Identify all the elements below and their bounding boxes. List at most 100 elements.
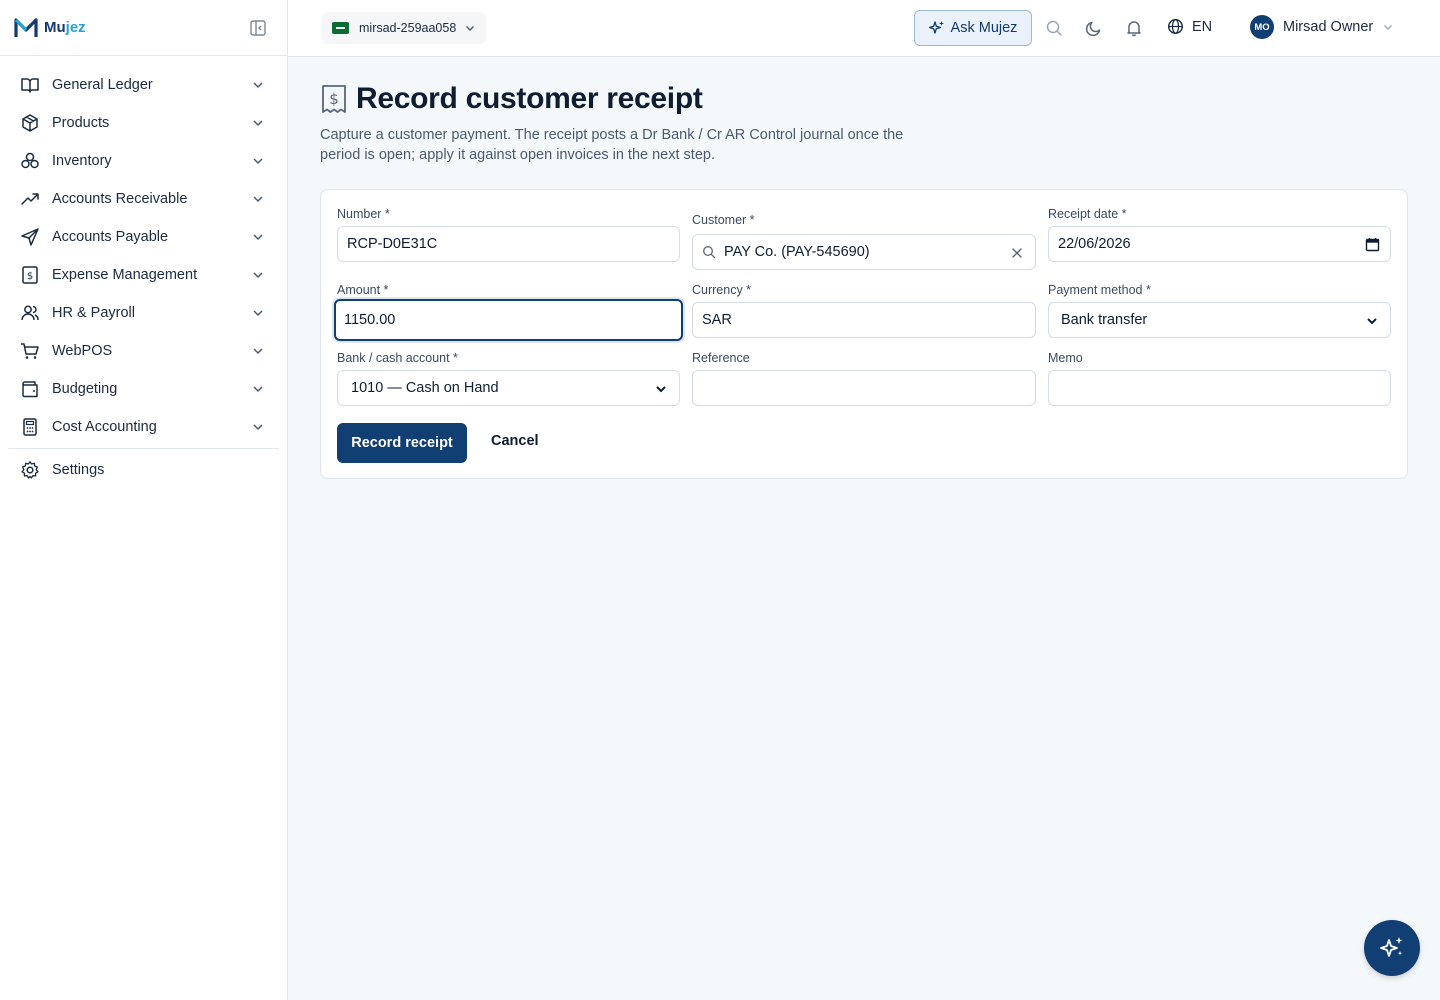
calendar-icon[interactable]: [1365, 237, 1380, 252]
chevron-down-icon: [253, 386, 263, 393]
send-icon: [21, 228, 39, 246]
sidebar-collapse-icon[interactable]: [249, 19, 267, 37]
sidebar-item-accounts-receivable[interactable]: Accounts Receivable: [0, 180, 287, 218]
sidebar-item-budgeting[interactable]: Budgeting: [0, 370, 287, 408]
sidebar-item-label: Accounts Payable: [52, 229, 169, 245]
amount-value: 1150.00: [344, 312, 396, 328]
page-description: Capture a customer payment. The receipt …: [320, 127, 904, 163]
receipt-date-value: 22/06/2026: [1058, 236, 1131, 252]
topbar: mirsad-259aa058 Ask Mujez EN MO Mirsad O…: [288, 0, 1440, 57]
chevron-down-icon: [1367, 318, 1377, 325]
record-receipt-button[interactable]: Record receipt: [337, 423, 467, 463]
sidebar-item-products[interactable]: Products: [0, 104, 287, 142]
moon-icon[interactable]: [1085, 19, 1103, 37]
clear-icon[interactable]: [1010, 246, 1024, 260]
sidebar-divider: [8, 448, 279, 449]
receipt-form: Number * RCP-D0E31C Customer * PAY Co. (…: [320, 189, 1408, 479]
avatar: MO: [1250, 15, 1274, 39]
brand: Mujez: [0, 0, 287, 56]
bell-icon[interactable]: [1125, 19, 1143, 37]
user-name: Mirsad Owner: [1283, 19, 1374, 35]
sidebar-item-settings[interactable]: Settings: [0, 451, 287, 489]
sidebar-item-label: Accounts Receivable: [52, 191, 188, 207]
chevron-down-icon: [253, 120, 263, 127]
sidebar-item-accounts-payable[interactable]: Accounts Payable: [0, 218, 287, 256]
sidebar-item-label: Settings: [52, 462, 105, 478]
sidebar-item-label: General Ledger: [52, 77, 153, 93]
chevron-down-icon: [253, 158, 263, 165]
bank-account-value: 1010 — Cash on Hand: [351, 380, 499, 396]
sidebar-item-label: Budgeting: [52, 381, 118, 397]
gear-icon: [21, 461, 39, 479]
svg-text:$: $: [27, 271, 33, 282]
chevron-down-icon: [1384, 25, 1393, 30]
sidebar-item-general-ledger[interactable]: General Ledger: [0, 66, 287, 104]
org-name: mirsad-259aa058: [359, 21, 457, 35]
chevron-down-icon: [253, 348, 263, 355]
trend-up-icon: [21, 193, 39, 205]
user-menu[interactable]: MO Mirsad Owner: [1250, 15, 1394, 39]
search-icon: [703, 246, 716, 259]
receipt-icon: $: [22, 266, 38, 284]
chevron-down-icon: [253, 196, 263, 203]
memo-label: Memo: [1048, 351, 1083, 365]
ask-mujez-label: Ask Mujez: [950, 20, 1018, 36]
assistant-fab-button[interactable]: [1364, 920, 1420, 976]
sidebar-item-webpos[interactable]: WebPOS: [0, 332, 287, 370]
currency-label: Currency *: [692, 283, 752, 297]
chevron-down-icon: [466, 26, 475, 31]
payment-method-value: Bank transfer: [1061, 312, 1148, 328]
number-field[interactable]: RCP-D0E31C: [337, 226, 680, 262]
customer-search-input[interactable]: PAY Co. (PAY-545690): [692, 234, 1036, 270]
page-title: Record customer receipt: [356, 82, 703, 115]
chevron-down-icon: [253, 310, 263, 317]
sidebar-item-hr-payroll[interactable]: HR & Payroll: [0, 294, 287, 332]
number-value: RCP-D0E31C: [347, 236, 438, 252]
sidebar-item-label: Inventory: [52, 153, 112, 169]
chevron-down-icon: [656, 386, 666, 393]
package-icon: [22, 114, 38, 132]
customer-label: Customer *: [692, 213, 755, 227]
memo-field[interactable]: [1048, 370, 1391, 406]
currency-field[interactable]: SAR: [692, 302, 1036, 338]
amount-label: Amount *: [337, 283, 389, 297]
sidebar-item-expense-management[interactable]: $ Expense Management: [0, 256, 287, 294]
amount-field[interactable]: 1150.00: [334, 299, 683, 341]
sidebar-item-label: Products: [52, 115, 110, 131]
ask-mujez-button[interactable]: Ask Mujez: [914, 10, 1032, 46]
sparkles-icon: [928, 21, 944, 34]
reference-label: Reference: [692, 351, 750, 365]
globe-icon: [1167, 18, 1184, 35]
bank-account-label: Bank / cash account *: [337, 351, 458, 365]
receipt-icon: $: [322, 85, 346, 113]
reference-field[interactable]: [692, 370, 1036, 406]
org-switcher[interactable]: mirsad-259aa058: [322, 12, 487, 44]
search-icon[interactable]: [1045, 19, 1063, 37]
boxes-icon: [21, 152, 39, 169]
chevron-down-icon: [253, 424, 263, 431]
sidebar-item-cost-accounting[interactable]: Cost Accounting: [0, 408, 287, 446]
wallet-icon: [22, 381, 38, 398]
brand-name: Mujez: [44, 19, 86, 36]
currency-value: SAR: [702, 312, 732, 328]
svg-text:$: $: [329, 90, 339, 108]
language-switcher[interactable]: EN: [1167, 18, 1212, 35]
users-icon: [21, 305, 39, 321]
bank-account-select[interactable]: 1010 — Cash on Hand: [337, 370, 680, 406]
chevron-down-icon: [253, 82, 263, 89]
calculator-icon: [23, 418, 37, 436]
flag-icon: [332, 22, 349, 34]
cancel-button[interactable]: Cancel: [491, 433, 539, 449]
chevron-down-icon: [253, 272, 263, 279]
sidebar-item-inventory[interactable]: Inventory: [0, 142, 287, 180]
mujez-logo-icon: [14, 17, 38, 37]
sidebar-item-label: Expense Management: [52, 267, 198, 283]
sparkles-icon: [1380, 937, 1403, 957]
receipt-date-label: Receipt date *: [1048, 207, 1127, 221]
book-icon: [21, 78, 39, 93]
chevron-down-icon: [253, 234, 263, 241]
payment-method-select[interactable]: Bank transfer: [1048, 302, 1391, 338]
receipt-date-field[interactable]: 22/06/2026: [1048, 226, 1391, 262]
customer-value: PAY Co. (PAY-545690): [724, 244, 870, 260]
sidebar-item-label: Cost Accounting: [52, 419, 157, 435]
